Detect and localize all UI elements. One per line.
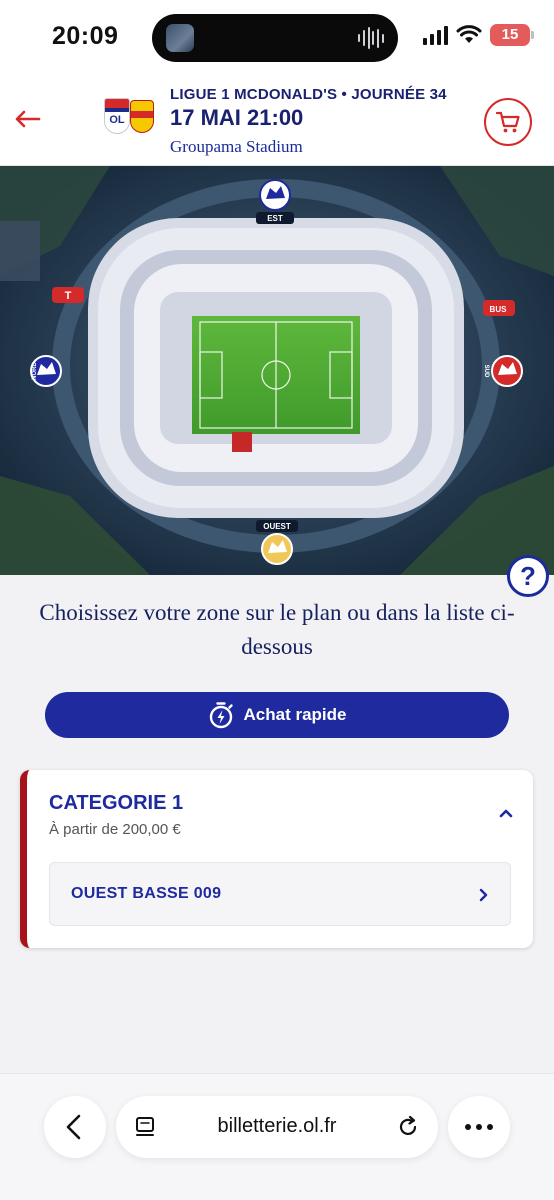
map-label-tram: T [65,290,72,302]
question-icon: ? [520,561,536,591]
audio-wave-icon [358,26,384,50]
category-price: À partir de 200,00 € [49,821,181,838]
quick-buy-label: Achat rapide [243,705,347,724]
zone-item[interactable]: OUEST BASSE 009 [49,862,511,926]
arrow-left-icon [15,110,41,128]
map-label-ouest: OUEST [263,522,291,531]
stadium-map[interactable]: EST OUEST T BUS NORD SUD [0,166,554,575]
rc-lens-logo [130,100,154,133]
match-venue: Groupama Stadium [170,137,303,156]
stadium-plan: EST OUEST T BUS NORD SUD [0,166,554,575]
cellular-signal-icon [423,25,448,45]
more-button[interactable] [448,1096,510,1158]
ticket-page: 20:09 15 OL LIGUE 1 MCDONALD'S • JOURNÉE… [0,0,554,1200]
team-logos: OL [104,98,154,138]
help-button[interactable]: ? [507,555,549,597]
url-text: billetterie.ol.fr [217,1115,337,1137]
match-header: OL LIGUE 1 MCDONALD'S • JOURNÉE 34 17 MA… [0,78,554,166]
browser-toolbar: billetterie.ol.fr [0,1073,554,1200]
back-button[interactable] [12,104,44,138]
now-playing-thumbnail [166,24,194,52]
map-label-est: EST [267,214,283,223]
status-time: 20:09 [52,22,119,50]
quick-buy-button[interactable]: Achat rapide [45,692,509,738]
instructions-text: Choisissez votre zone sur le plan ou dan… [39,600,515,659]
zone-label: OUEST BASSE 009 [71,885,222,902]
wifi-icon [456,25,482,43]
reload-icon[interactable] [396,1115,420,1139]
browser-back-button[interactable] [44,1096,106,1158]
status-bar: 20:09 15 [0,0,554,78]
ol-logo: OL [104,98,130,134]
map-label-nord: NORD [32,362,38,380]
chevron-up-icon[interactable] [497,806,515,820]
stopwatch-bolt-icon [209,702,233,729]
cart-button[interactable] [484,98,532,146]
chevron-left-icon [66,1114,81,1140]
map-label-sud: SUD [483,365,489,378]
competition-title: LIGUE 1 MCDONALD'S • JOURNÉE 34 [170,86,447,103]
chevron-right-icon [479,888,488,902]
map-label-bus: BUS [490,305,508,314]
cart-icon [495,111,520,133]
more-icon [465,1124,493,1130]
category-title[interactable]: CATEGORIE 1 [49,792,183,815]
match-date: 17 MAI 21:00 [170,105,304,130]
dynamic-island [152,14,398,62]
battery-indicator: 15 [490,24,534,46]
address-bar[interactable]: billetterie.ol.fr [116,1096,438,1158]
status-icons: 15 [423,24,534,46]
category-card: CATEGORIE 1 À partir de 200,00 € OUEST B… [20,770,533,948]
